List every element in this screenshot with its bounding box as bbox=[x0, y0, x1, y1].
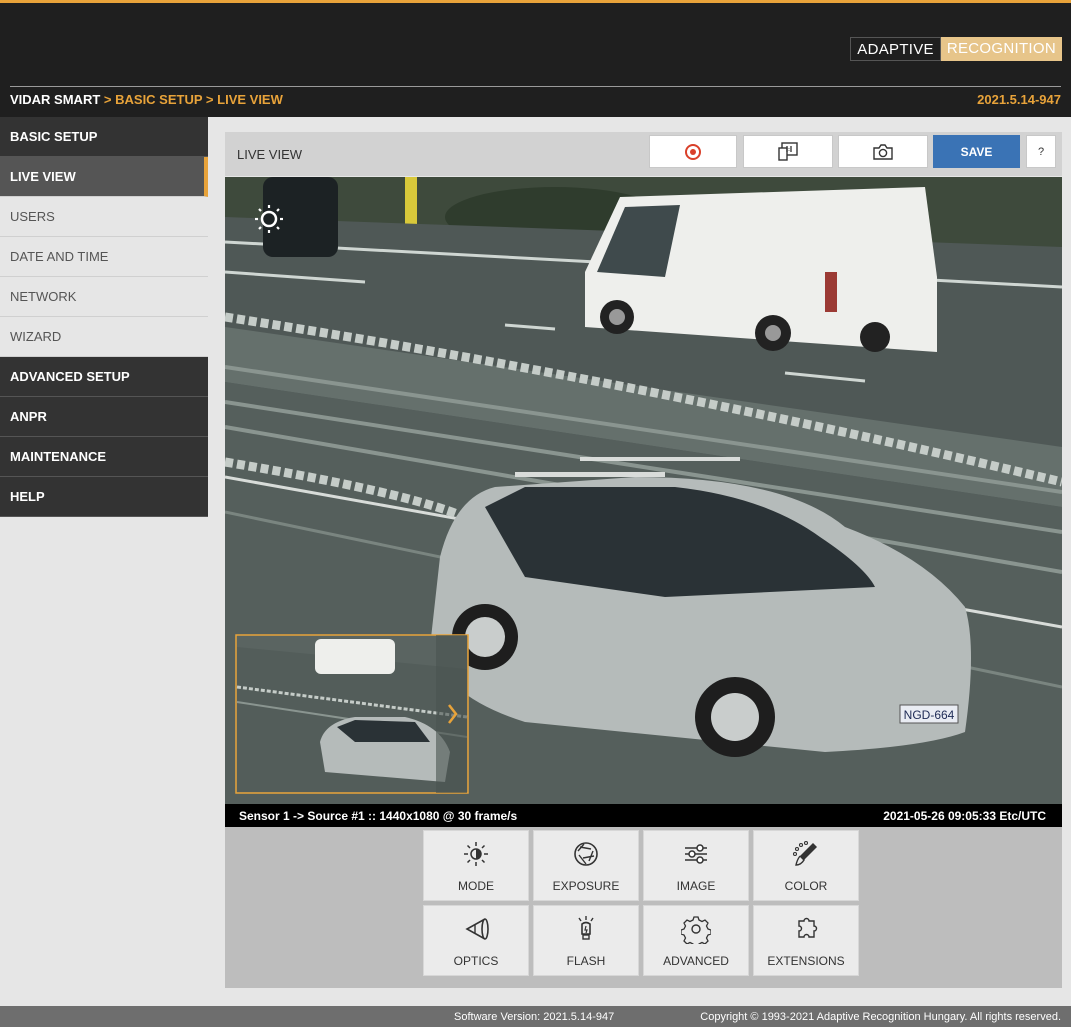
breadcrumb-root[interactable]: VIDAR SMART bbox=[10, 92, 100, 107]
sidebar-item-network[interactable]: NETWORK bbox=[0, 277, 208, 317]
sidebar: BASIC SETUP LIVE VIEW USERS DATE AND TIM… bbox=[0, 117, 208, 517]
puzzle-icon bbox=[798, 917, 818, 938]
sidebar-item-date-and-time[interactable]: DATE AND TIME bbox=[0, 237, 208, 277]
breadcrumb-separator: > bbox=[103, 92, 112, 107]
mode-label: MODE bbox=[458, 879, 494, 893]
record-icon bbox=[685, 143, 701, 160]
sidebar-item-wizard[interactable]: WIZARD bbox=[0, 317, 208, 357]
extensions-tile[interactable]: EXTENSIONS bbox=[753, 905, 859, 976]
flash-label: FLASH bbox=[566, 954, 606, 968]
sidebar-item-basic-setup[interactable]: BASIC SETUP bbox=[0, 117, 208, 157]
footer: Software Version: 2021.5.14-947 Copyrigh… bbox=[0, 1006, 1071, 1027]
sidebar-item-users[interactable]: USERS bbox=[0, 197, 208, 237]
logo-left: ADAPTIVE bbox=[850, 37, 941, 61]
flash-tile[interactable]: FLASH bbox=[533, 905, 639, 976]
copyright-notice: Copyright © 1993-2021 Adaptive Recogniti… bbox=[700, 1011, 1061, 1023]
panel-title: LIVE VIEW bbox=[237, 147, 303, 162]
brand-logo: ADAPTIVE RECOGNITION bbox=[850, 37, 1062, 61]
exposure-label: EXPOSURE bbox=[552, 879, 620, 893]
sensor-source-info: Sensor 1 -> Source #1 :: 1440x1080 @ 30 … bbox=[239, 809, 518, 823]
image-label: IMAGE bbox=[676, 879, 716, 893]
advanced-label: ADVANCED bbox=[663, 954, 729, 968]
exposure-tile[interactable]: EXPOSURE bbox=[533, 830, 639, 901]
breadcrumb: VIDAR SMART > BASIC SETUP > LIVE VIEW bbox=[10, 92, 283, 107]
color-tile[interactable]: COLOR bbox=[753, 830, 859, 901]
logo-right: RECOGNITION bbox=[940, 37, 1062, 61]
live-view-panel: LIVE VIEW SAVE ? NGD-664 Sensor 1 -> Sou… bbox=[225, 132, 1062, 988]
software-version: Software Version: 2021.5.14-947 bbox=[454, 1011, 615, 1023]
breadcrumb-current: LIVE VIEW bbox=[217, 92, 283, 107]
gear-icon bbox=[681, 916, 711, 944]
sidebar-item-advanced-setup[interactable]: ADVANCED SETUP bbox=[0, 357, 208, 397]
sidebar-item-live-view[interactable]: LIVE VIEW bbox=[0, 157, 208, 197]
actual-size-icon bbox=[778, 141, 798, 161]
optics-tile[interactable]: OPTICS bbox=[423, 905, 529, 976]
thumbnail-navigator[interactable] bbox=[235, 634, 469, 794]
app-header: ADAPTIVE RECOGNITION VIDAR SMART > BASIC… bbox=[0, 0, 1071, 117]
color-label: COLOR bbox=[784, 879, 828, 893]
image-tile[interactable]: IMAGE bbox=[643, 830, 749, 901]
advanced-tile[interactable]: ADVANCED bbox=[643, 905, 749, 976]
sidebar-item-help[interactable]: HELP bbox=[0, 477, 208, 517]
extensions-label: EXTENSIONS bbox=[767, 954, 845, 968]
breadcrumb-section[interactable]: BASIC SETUP bbox=[115, 92, 202, 107]
header-divider bbox=[10, 86, 1061, 87]
panel-toolbar: LIVE VIEW SAVE ? bbox=[225, 132, 1062, 176]
snapshot-button[interactable] bbox=[838, 135, 928, 168]
actual-size-button[interactable] bbox=[743, 135, 833, 168]
flash-bulb-icon bbox=[578, 916, 594, 940]
sidebar-item-anpr[interactable]: ANPR bbox=[0, 397, 208, 437]
brush-icon bbox=[792, 840, 817, 866]
white-van bbox=[585, 187, 937, 352]
aperture-icon bbox=[574, 842, 598, 866]
sidebar-item-maintenance[interactable]: MAINTENANCE bbox=[0, 437, 208, 477]
help-button[interactable]: ? bbox=[1026, 135, 1056, 168]
stream-status-bar: Sensor 1 -> Source #1 :: 1440x1080 @ 30 … bbox=[225, 804, 1062, 827]
camera-live-image[interactable]: NGD-664 bbox=[225, 177, 1062, 804]
camera-icon bbox=[873, 143, 893, 160]
lens-icon bbox=[465, 918, 489, 940]
license-plate: NGD-664 bbox=[904, 708, 955, 722]
firmware-version: 2021.5.14-947 bbox=[977, 92, 1061, 107]
sliders-icon bbox=[685, 844, 707, 864]
accent-line bbox=[0, 0, 1071, 3]
camera-frame: NGD-664 bbox=[225, 177, 1062, 804]
mode-tile[interactable]: MODE bbox=[423, 830, 529, 901]
stream-timestamp: 2021-05-26 09:05:33 Etc/UTC bbox=[883, 809, 1046, 823]
optics-label: OPTICS bbox=[453, 954, 499, 968]
brightness-icon bbox=[464, 842, 488, 866]
breadcrumb-separator: > bbox=[205, 92, 214, 107]
record-button[interactable] bbox=[649, 135, 737, 168]
image-settings-grid: MODE EXPOSURE IMAGE COLOR OPTICS FLASH A… bbox=[225, 827, 1062, 988]
save-button[interactable]: SAVE bbox=[933, 135, 1020, 168]
